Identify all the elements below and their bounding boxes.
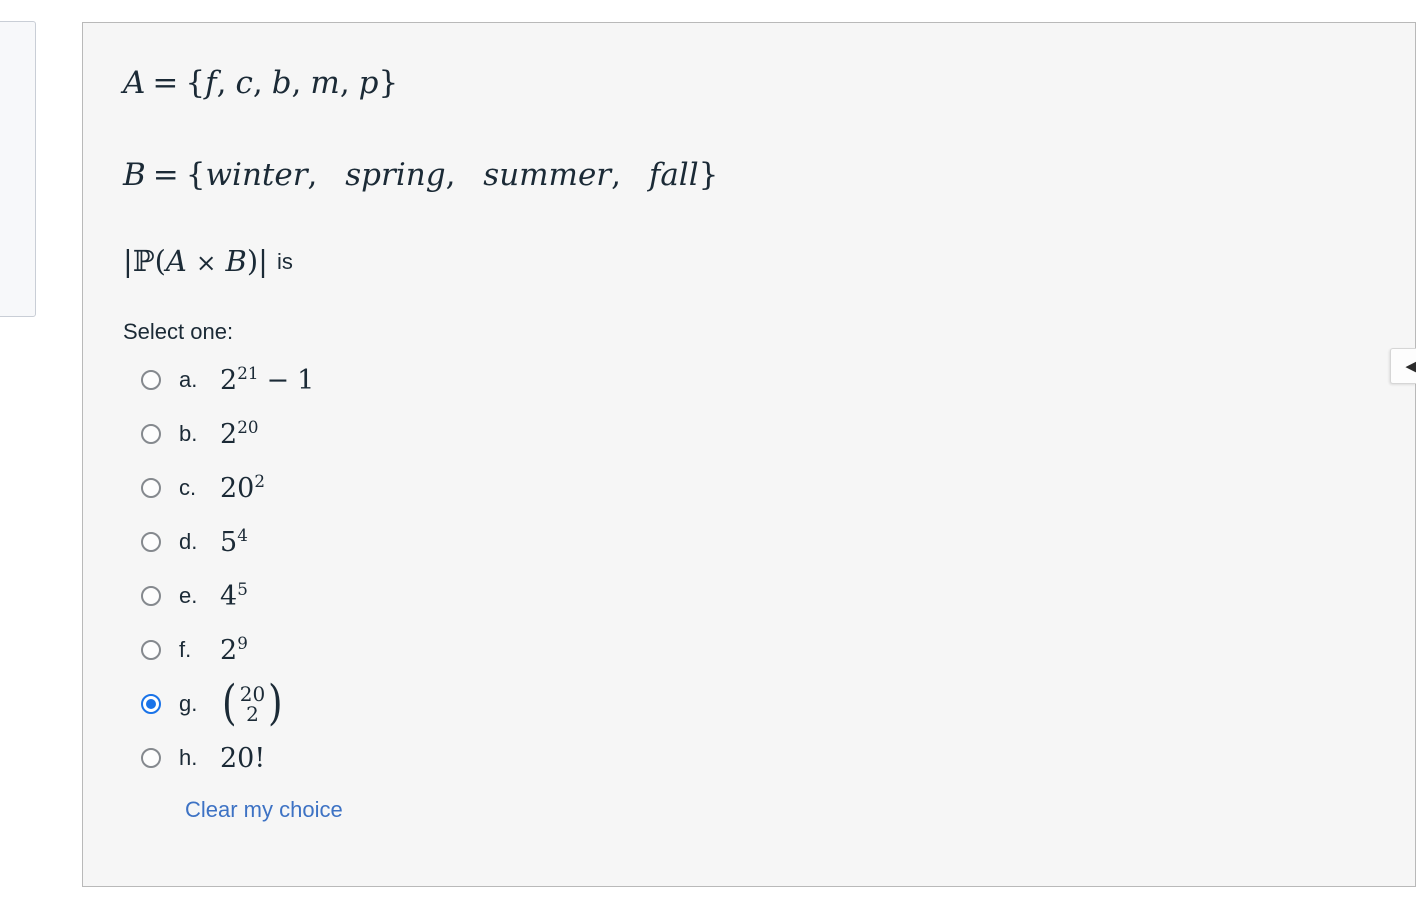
sep: , (252, 65, 263, 101)
chevron-left-icon: ◀ (1405, 357, 1416, 376)
answer-value-a: 221−1 (220, 362, 315, 396)
set-b-element-1: spring (345, 157, 446, 193)
set-b-equals: = (152, 157, 179, 193)
answer-option-h[interactable]: h. 20! (123, 731, 1415, 785)
sep: , (216, 65, 227, 101)
answer-option-a[interactable]: a. 221−1 (123, 353, 1415, 407)
drawer-toggle-tab[interactable]: ◀ (1390, 348, 1416, 384)
question-body: A = {f, c, b, m, p} B = {winter, spring, summer,… (83, 23, 1415, 823)
close-paren: ) (246, 244, 259, 278)
set-b-element-3: fall (648, 157, 699, 193)
radio-button-a[interactable] (141, 370, 161, 390)
answer-letter-c: c. (179, 475, 197, 500)
answer-letter-a: a. (179, 367, 198, 392)
expression-operand-a: A (165, 244, 187, 278)
binomial-close-paren: ) (268, 675, 283, 732)
open-paren: ( (154, 244, 166, 278)
answer-value-b: 220 (220, 416, 259, 450)
set-b-open-brace: { (185, 157, 206, 193)
answer-letter-d: d. (179, 529, 198, 554)
binomial-bottom: 2 (246, 702, 259, 726)
radio-button-b[interactable] (141, 424, 161, 444)
answer-option-e[interactable]: e. 45 (123, 569, 1415, 623)
sep: , (611, 157, 621, 193)
question-card: A = {f, c, b, m, p} B = {winter, spring, summer,… (82, 22, 1416, 887)
set-a-element-4: p (358, 65, 379, 101)
set-a-name: A (123, 65, 146, 101)
sep: , (445, 157, 456, 193)
radio-button-g[interactable] (141, 694, 161, 714)
set-a-element-0: f (205, 65, 217, 101)
left-side-panel-partial (0, 21, 36, 317)
set-a-element-3: m (310, 65, 340, 101)
answer-value-g: (20 2) (220, 675, 285, 732)
right-bar: | (258, 244, 268, 278)
left-bar: | (123, 244, 133, 278)
sep: , (339, 65, 350, 101)
sep (630, 157, 649, 193)
answer-value-d: 54 (220, 524, 248, 558)
sep (326, 157, 345, 193)
answer-letter-e: e. (179, 583, 198, 608)
radio-button-e[interactable] (141, 586, 161, 606)
answer-value-f: 29 (220, 632, 248, 666)
sep (464, 157, 483, 193)
set-a-element-1: c (235, 65, 253, 101)
sep: , (307, 157, 318, 193)
set-b-name: B (123, 157, 146, 193)
expression-operand-b: B (225, 244, 247, 278)
set-a-close-brace: } (378, 65, 399, 101)
answer-option-f[interactable]: f. 29 (123, 623, 1415, 677)
answer-value-e: 45 (220, 578, 248, 612)
power-set-symbol: ℙ (132, 244, 155, 278)
set-b-element-0: winter (205, 157, 308, 193)
answer-value-h: 20! (220, 742, 266, 774)
binomial-open-paren: ( (222, 675, 237, 732)
set-b-element-2: summer (483, 157, 612, 193)
clear-my-choice-link[interactable]: Clear my choice (185, 797, 343, 823)
radio-button-c[interactable] (141, 478, 161, 498)
set-a-definition: A = {f, c, b, m, p} (123, 68, 1415, 99)
set-a-equals: = (152, 65, 179, 101)
binomial-top: 20 (239, 681, 266, 706)
answer-option-b[interactable]: b. 220 (123, 407, 1415, 461)
set-b-definition: B = {winter, spring, summer, fall} (123, 160, 1415, 191)
binomial-coefficient: (20 2) (220, 675, 285, 732)
set-b-close-brace: } (698, 157, 719, 193)
set-a-open-brace: { (185, 65, 206, 101)
answer-letter-g: g. (179, 691, 198, 716)
answer-letter-h: h. (179, 745, 198, 770)
answer-option-g[interactable]: g. (20 2) (123, 677, 1415, 731)
answer-options-list: a. 221−1 b. 220 c. 202 d. 54 e. 45 f. 29… (123, 353, 1415, 785)
set-a-element-2: b (271, 65, 292, 101)
binomial-stack: 20 2 (239, 681, 266, 726)
cross-product-symbol: × (195, 248, 217, 277)
radio-button-d[interactable] (141, 532, 161, 552)
answer-option-c[interactable]: c. 202 (123, 461, 1415, 515)
power-set-expression: |ℙ(A × B)| is (123, 247, 1415, 276)
answer-value-c: 202 (220, 470, 266, 504)
radio-button-f[interactable] (141, 640, 161, 660)
answer-option-d[interactable]: d. 54 (123, 515, 1415, 569)
answer-letter-b: b. (179, 421, 198, 446)
select-one-label: Select one: (123, 319, 234, 344)
sep: , (291, 65, 302, 101)
radio-button-h[interactable] (141, 748, 161, 768)
expression-suffix: is (276, 249, 293, 274)
answer-letter-f: f. (179, 637, 192, 662)
